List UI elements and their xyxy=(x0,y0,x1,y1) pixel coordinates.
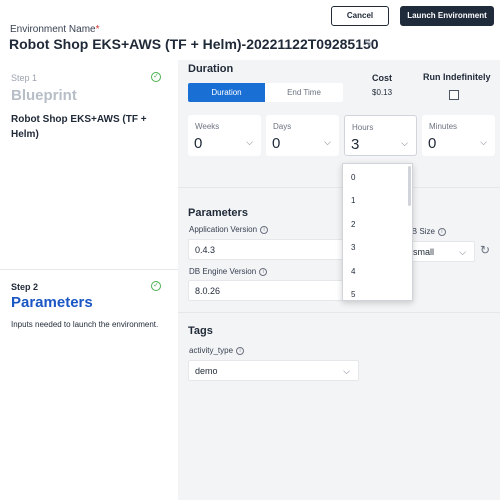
refresh-icon[interactable]: ↻ xyxy=(480,243,490,257)
minutes-select[interactable]: Minutes 0 ⌵ xyxy=(422,115,495,156)
chevron-down-icon: ⌵ xyxy=(459,247,466,257)
launch-environment-page: Environment Name* Robot Shop EKS+AWS (TF… xyxy=(0,0,500,500)
env-name-value[interactable]: Robot Shop EKS+AWS (TF + Helm)-20221122T… xyxy=(9,36,379,52)
weeks-label: Weeks xyxy=(195,122,220,131)
pencil-icon[interactable]: ✎ xyxy=(364,38,376,50)
hours-value: 3 xyxy=(351,136,360,153)
step-label: Step 2 xyxy=(11,282,39,292)
hours-label: Hours xyxy=(352,123,374,132)
step-description: Inputs needed to launch the environment. xyxy=(11,320,159,329)
step-title: Blueprint xyxy=(11,87,77,104)
chevron-down-icon: ⌵ xyxy=(480,137,487,147)
dropdown-option[interactable]: 3 xyxy=(351,243,355,252)
minutes-value: 0 xyxy=(428,135,437,152)
chevron-down-icon: ⌵ xyxy=(324,137,331,147)
info-icon[interactable]: i xyxy=(437,227,446,236)
divider xyxy=(178,312,500,313)
header: Environment Name* Robot Shop EKS+AWS (TF… xyxy=(0,0,500,60)
check-circle-icon: ✓ xyxy=(151,72,161,82)
step-title: Parameters xyxy=(11,294,93,311)
dropdown-option[interactable]: 2 xyxy=(351,220,355,229)
step-blueprint[interactable]: Step 1 Blueprint Robot Shop EKS+AWS (TF … xyxy=(0,60,178,270)
info-icon[interactable]: i xyxy=(236,346,245,355)
form-panel: Duration Duration End Time Cost $0.13 Ru… xyxy=(178,60,500,500)
db-engine-label: DB Engine Version i xyxy=(189,267,268,276)
duration-mode-button[interactable]: Duration xyxy=(188,83,265,102)
required-mark: * xyxy=(95,24,100,35)
env-name-label: Environment Name* xyxy=(10,24,100,35)
tags-title: Tags xyxy=(188,325,213,337)
chevron-down-icon: ⌵ xyxy=(246,137,253,147)
app-version-label: Application Version i xyxy=(189,225,269,234)
parameters-title: Parameters xyxy=(188,207,248,219)
end-time-mode-button[interactable]: End Time xyxy=(265,83,343,102)
chevron-down-icon: ⌵ xyxy=(401,138,408,148)
step-parameters[interactable]: Step 2 Parameters Inputs needed to launc… xyxy=(0,270,178,500)
info-icon[interactable]: i xyxy=(260,225,269,234)
launch-environment-button[interactable]: Launch Environment xyxy=(400,6,494,26)
cost-label: Cost xyxy=(372,73,392,83)
dropdown-option[interactable]: 1 xyxy=(351,196,355,205)
days-value: 0 xyxy=(272,135,281,152)
db-engine-input[interactable]: 8.0.26 xyxy=(188,280,344,301)
db-size-select[interactable]: small ⌵ xyxy=(406,241,475,262)
steps-panel: Step 1 Blueprint Robot Shop EKS+AWS (TF … xyxy=(0,60,178,500)
hours-dropdown-menu: 0 1 2 3 4 5 xyxy=(342,163,413,301)
cost-value: $0.13 xyxy=(372,88,393,97)
dropdown-option[interactable]: 4 xyxy=(351,267,355,276)
divider xyxy=(178,187,500,188)
check-circle-icon: ✓ xyxy=(151,281,161,291)
run-indefinitely-checkbox[interactable] xyxy=(449,90,459,100)
minutes-label: Minutes xyxy=(429,122,458,131)
step-label: Step 1 xyxy=(11,73,38,83)
weeks-select[interactable]: Weeks 0 ⌵ xyxy=(188,115,261,156)
days-select[interactable]: Days 0 ⌵ xyxy=(266,115,339,156)
activity-type-select[interactable]: demo ⌵ xyxy=(188,360,359,381)
hours-select[interactable]: Hours 3 ⌵ xyxy=(344,115,417,156)
duration-title: Duration xyxy=(188,63,234,75)
run-indefinitely-label: Run Indefinitely xyxy=(423,72,491,82)
dropdown-scrollbar[interactable] xyxy=(408,166,411,206)
dropdown-option[interactable]: 0 xyxy=(351,173,355,182)
step-description: Robot Shop EKS+AWS (TF + Helm) xyxy=(11,114,147,140)
activity-type-label: activity_type i xyxy=(189,346,245,355)
chevron-down-icon: ⌵ xyxy=(343,366,350,376)
days-label: Days xyxy=(273,122,292,131)
cancel-button[interactable]: Cancel xyxy=(331,6,389,26)
duration-mode-toggle: Duration End Time xyxy=(188,83,343,102)
app-version-input[interactable]: 0.4.3 xyxy=(188,239,344,260)
dropdown-option[interactable]: 5 xyxy=(351,290,355,299)
info-icon[interactable]: i xyxy=(259,267,268,276)
weeks-value: 0 xyxy=(194,135,203,152)
